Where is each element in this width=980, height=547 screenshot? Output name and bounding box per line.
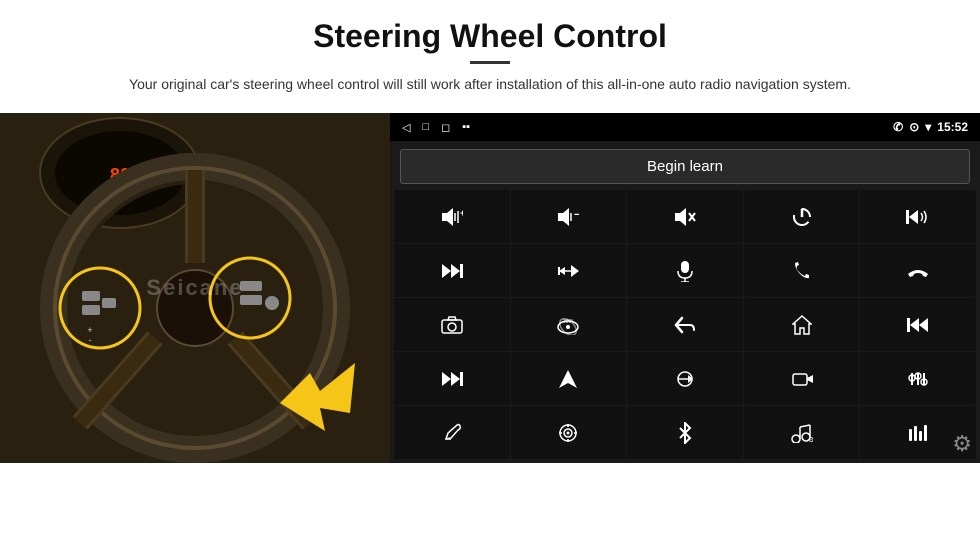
navigate-button[interactable] (511, 352, 627, 405)
steering-wheel-svg: 80 (0, 113, 390, 463)
camera-button[interactable] (394, 298, 510, 351)
location-status-icon: ⊙ (909, 120, 919, 134)
title-divider (470, 61, 510, 64)
svg-text:+: + (87, 325, 92, 335)
svg-text:-: - (89, 335, 92, 345)
header-section: Steering Wheel Control Your original car… (0, 0, 980, 105)
content-area: 80 (0, 113, 980, 463)
svg-text:360°: 360° (563, 319, 573, 325)
phone-prev-button[interactable] (860, 190, 976, 243)
target-button[interactable] (511, 406, 627, 459)
skip-forward-button[interactable] (511, 244, 627, 297)
draw-button[interactable] (394, 406, 510, 459)
status-left: ◁ □ ◻ ▪▪ (402, 121, 470, 134)
phone-status-icon: ✆ (893, 120, 903, 134)
home-button[interactable] (744, 298, 860, 351)
status-bar: ◁ □ ◻ ▪▪ ✆ ⊙ ▾ 15:52 (390, 113, 980, 141)
status-right: ✆ ⊙ ▾ 15:52 (893, 120, 968, 134)
power-button[interactable] (744, 190, 860, 243)
end-call-button[interactable] (860, 244, 976, 297)
left-panel: 80 (0, 113, 390, 463)
call-button[interactable] (744, 244, 860, 297)
vol-down-button[interactable]: − (511, 190, 627, 243)
page-title: Steering Wheel Control (60, 18, 920, 55)
svg-text:⚙: ⚙ (808, 436, 813, 443)
signal-icon: ▪▪ (462, 121, 470, 133)
prev-track-button[interactable] (860, 298, 976, 351)
steering-wheel-bg: 80 (0, 113, 390, 463)
equalizer-button[interactable] (860, 352, 976, 405)
music-button[interactable]: ⚙ (744, 406, 860, 459)
page-container: Steering Wheel Control Your original car… (0, 0, 980, 547)
svg-text:−: − (574, 209, 579, 221)
source-button[interactable] (627, 352, 743, 405)
settings-gear-icon[interactable]: ⚙ (952, 431, 972, 457)
mic-button[interactable] (627, 244, 743, 297)
begin-learn-button[interactable]: Begin learn (400, 149, 970, 184)
home-nav-icon[interactable]: □ (422, 121, 429, 133)
svg-text:+: + (460, 208, 463, 218)
recent-nav-icon[interactable]: ◻ (441, 121, 450, 134)
right-panel-wrapper: ◁ □ ◻ ▪▪ ✆ ⊙ ▾ 15:52 Begin learn (390, 113, 980, 463)
right-panel: ◁ □ ◻ ▪▪ ✆ ⊙ ▾ 15:52 Begin learn (390, 113, 980, 463)
wifi-status-icon: ▾ (925, 120, 931, 134)
camera2-button[interactable] (744, 352, 860, 405)
begin-learn-row: Begin learn (390, 141, 980, 190)
mute-button[interactable] (627, 190, 743, 243)
360-view-button[interactable]: 360° (511, 298, 627, 351)
button-grid: + − (390, 190, 980, 463)
bluetooth-button[interactable] (627, 406, 743, 459)
next-track-button[interactable] (394, 244, 510, 297)
back-button[interactable] (627, 298, 743, 351)
vol-up-button[interactable]: + (394, 190, 510, 243)
fast-forward-button[interactable] (394, 352, 510, 405)
back-nav-icon[interactable]: ◁ (402, 121, 410, 134)
time-display: 15:52 (937, 120, 968, 134)
subtitle: Your original car's steering wheel contr… (100, 74, 880, 95)
